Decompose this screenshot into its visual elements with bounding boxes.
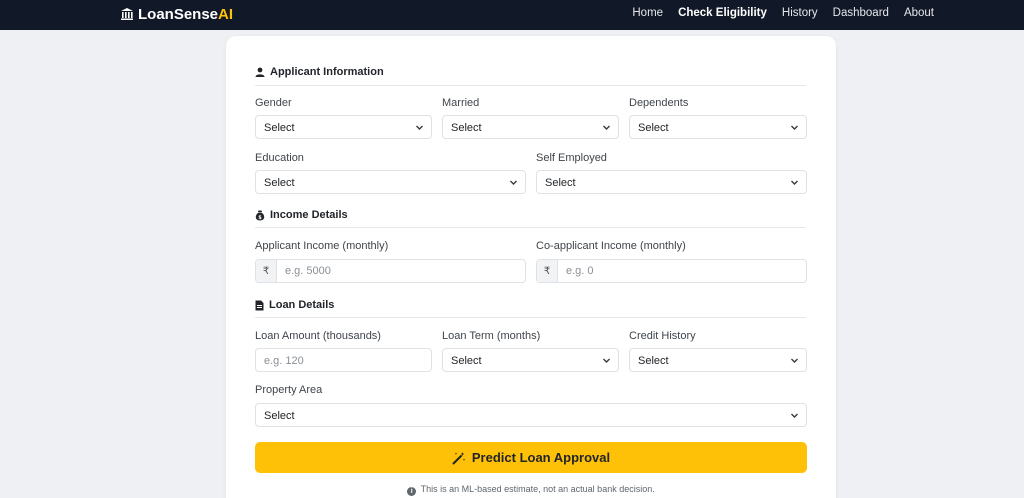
income-section-title: $ Income Details	[255, 209, 348, 221]
brand-accent: AI	[218, 5, 234, 23]
coapplicant-income-label: Co-applicant Income (monthly)	[536, 240, 686, 252]
chevron-down-icon	[416, 125, 423, 130]
dependents-label: Dependents	[629, 97, 689, 109]
nav-link-about[interactable]: About	[904, 7, 934, 19]
info-icon: i	[407, 487, 417, 496]
svg-text:$: $	[258, 215, 262, 221]
brand-name: LoanSense	[138, 5, 219, 23]
self-employed-label: Self Employed	[536, 152, 607, 164]
applicant-section-title: Applicant Information	[255, 66, 384, 78]
document-icon	[255, 300, 264, 310]
credit-history-label: Credit History	[629, 330, 696, 342]
nav-link-history[interactable]: History	[782, 7, 818, 19]
loan-amount-input[interactable]: e.g. 120	[255, 348, 432, 372]
chevron-down-icon	[791, 125, 798, 130]
nav-links: Home Check Eligibility History Dashboard…	[632, 0, 934, 26]
rupee-addon: ₹	[256, 260, 277, 282]
property-area-select[interactable]: Select	[255, 403, 807, 427]
gender-select[interactable]: Select	[255, 115, 432, 139]
married-label: Married	[442, 97, 480, 109]
nav-link-check-eligibility[interactable]: Check Eligibility	[678, 7, 767, 19]
loan-amount-label: Loan Amount (thousands)	[255, 330, 381, 342]
eligibility-form-card: Applicant Information Gender Select Marr…	[226, 36, 836, 498]
section-divider	[255, 227, 806, 228]
chevron-down-icon	[791, 413, 798, 418]
applicant-income-label: Applicant Income (monthly)	[255, 240, 389, 252]
disclaimer-note: i This is an ML-based estimate, not an a…	[226, 484, 836, 496]
section-divider	[255, 317, 806, 318]
property-area-label: Property Area	[255, 384, 323, 396]
applicant-income-input[interactable]: ₹ e.g. 5000	[255, 259, 526, 283]
bank-icon	[121, 8, 133, 20]
nav-link-dashboard[interactable]: Dashboard	[833, 7, 889, 19]
gender-label: Gender	[255, 97, 292, 109]
education-select[interactable]: Select	[255, 170, 526, 194]
rupee-addon: ₹	[537, 260, 558, 282]
chevron-down-icon	[603, 125, 610, 130]
self-employed-select[interactable]: Select	[536, 170, 807, 194]
loan-term-select[interactable]: Select	[442, 348, 619, 372]
chevron-down-icon	[791, 180, 798, 185]
chevron-down-icon	[791, 358, 798, 363]
loan-section-title: Loan Details	[255, 299, 334, 311]
brand-logo[interactable]: LoanSenseAI	[120, 4, 233, 24]
magic-wand-icon	[452, 451, 466, 464]
predict-loan-approval-button[interactable]: Predict Loan Approval	[255, 442, 807, 473]
credit-history-select[interactable]: Select	[629, 348, 807, 372]
chevron-down-icon	[603, 358, 610, 363]
section-divider	[255, 85, 806, 86]
loan-term-label: Loan Term (months)	[442, 330, 541, 342]
money-bag-icon: $	[255, 210, 265, 221]
top-navbar: LoanSenseAI Home Check Eligibility Histo…	[0, 0, 1024, 30]
nav-link-home[interactable]: Home	[632, 7, 663, 19]
chevron-down-icon	[510, 180, 517, 185]
user-icon	[255, 67, 265, 77]
predict-button-label: Predict Loan Approval	[471, 450, 611, 465]
married-select[interactable]: Select	[442, 115, 619, 139]
education-label: Education	[255, 152, 304, 164]
dependents-select[interactable]: Select	[629, 115, 807, 139]
coapplicant-income-input[interactable]: ₹ e.g. 0	[536, 259, 807, 283]
